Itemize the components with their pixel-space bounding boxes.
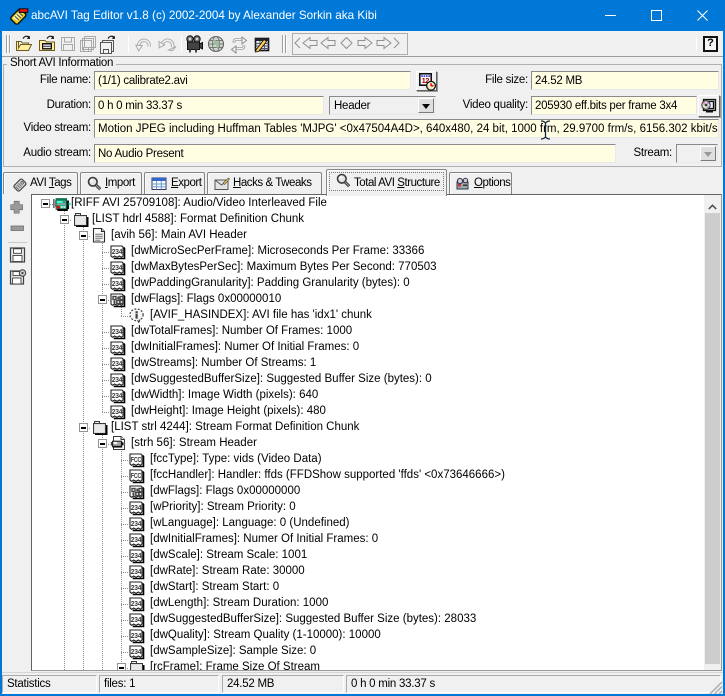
svg-text:234: 234 bbox=[112, 407, 123, 416]
svg-text:234: 234 bbox=[131, 567, 142, 576]
svg-text:234: 234 bbox=[112, 279, 123, 288]
svg-text:234: 234 bbox=[112, 263, 123, 272]
svg-text:234: 234 bbox=[112, 391, 123, 400]
svg-text:234: 234 bbox=[131, 615, 142, 624]
svg-text:234: 234 bbox=[131, 631, 142, 640]
svg-text:234: 234 bbox=[112, 343, 123, 352]
svg-text:FCC: FCC bbox=[131, 471, 142, 480]
svg-text:234: 234 bbox=[131, 519, 142, 528]
svg-text:234: 234 bbox=[112, 359, 123, 368]
svg-text:234: 234 bbox=[131, 503, 142, 512]
svg-text:234: 234 bbox=[112, 375, 123, 384]
svg-text:234: 234 bbox=[112, 247, 123, 256]
svg-text:234: 234 bbox=[131, 583, 142, 592]
svg-text:FCC: FCC bbox=[131, 455, 142, 464]
svg-text:234: 234 bbox=[131, 551, 142, 560]
svg-text:234: 234 bbox=[131, 647, 142, 656]
svg-text:234: 234 bbox=[112, 327, 123, 336]
svg-text:234: 234 bbox=[131, 535, 142, 544]
svg-text:234: 234 bbox=[131, 599, 142, 608]
